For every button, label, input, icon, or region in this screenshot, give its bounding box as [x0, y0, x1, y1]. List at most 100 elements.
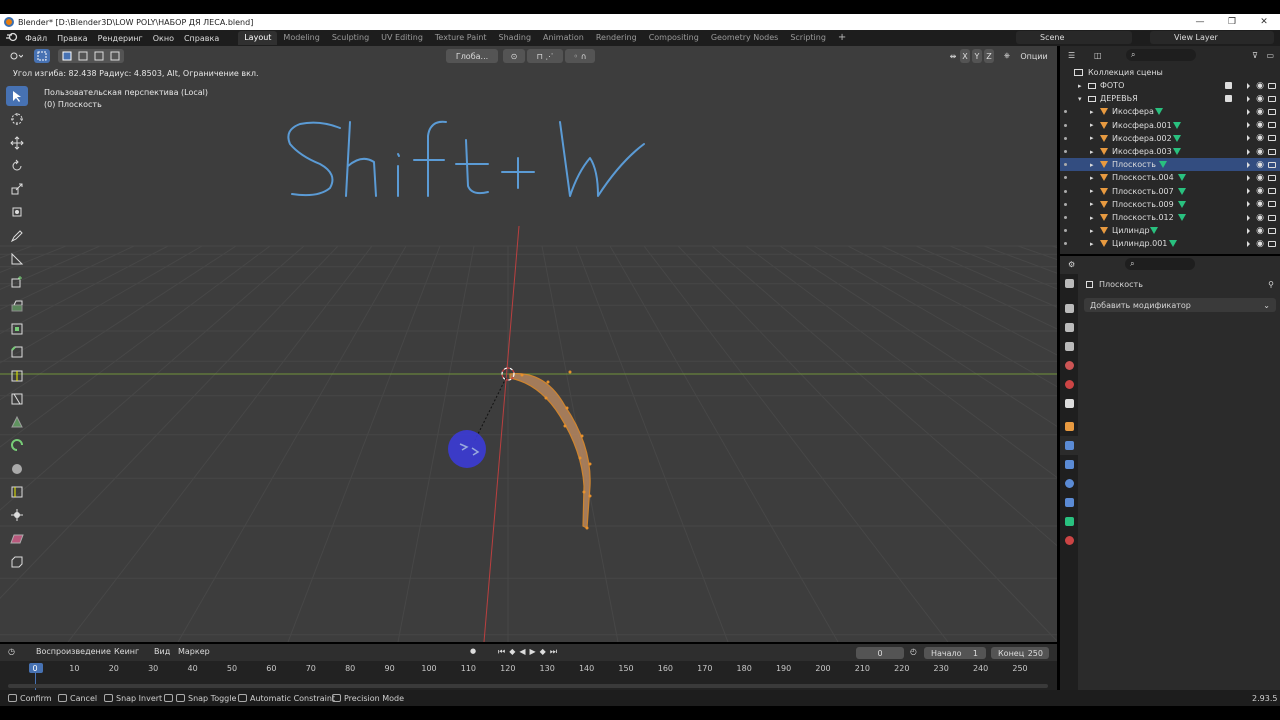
tab-constraints[interactable] [1060, 493, 1078, 512]
render-camera-icon[interactable] [1268, 82, 1276, 89]
selection-mode-group[interactable] [58, 49, 124, 63]
tab-scene[interactable] [1060, 356, 1078, 375]
outliner-item[interactable]: ▸ Цилиндр ◉ [1060, 224, 1280, 237]
timeline-ruler[interactable]: 0 10 20 30 40 50 60 70 80 90 100 110 120 130 140 150 160… [0, 661, 1057, 690]
expand-arrow-icon[interactable]: ▾ [1078, 95, 1082, 103]
eye-icon[interactable]: ◉ [1256, 239, 1264, 249]
tab-render[interactable] [1060, 299, 1078, 318]
playback-menu[interactable]: Воспроизведение [36, 647, 111, 656]
selectable-arrow-icon[interactable] [1247, 214, 1250, 221]
expand-arrow-icon[interactable]: ▸ [1078, 82, 1082, 90]
eye-icon[interactable]: ◉ [1256, 173, 1264, 183]
selectable-arrow-icon[interactable] [1247, 95, 1250, 102]
play-icon[interactable]: ▶ [530, 647, 536, 657]
eye-icon[interactable]: ◉ [1256, 199, 1264, 209]
tool-inset[interactable] [6, 319, 28, 339]
outliner-item[interactable]: ▾ ДЕРЕВЬЯ ◉ [1060, 92, 1280, 105]
tab-collection[interactable] [1060, 394, 1078, 413]
render-camera-icon[interactable] [1268, 240, 1276, 247]
transform-orientation-dropdown[interactable]: Глоба... [446, 49, 498, 63]
selectable-arrow-icon[interactable] [1247, 174, 1250, 181]
end-frame-field[interactable]: Конец 250 [991, 647, 1049, 659]
display-mode-icon[interactable]: ◫ [1094, 51, 1112, 60]
expand-arrow-icon[interactable]: ▸ [1090, 134, 1094, 142]
record-button[interactable]: ● [470, 647, 476, 655]
timeline-scrollbar[interactable] [8, 684, 1048, 688]
tool-shear[interactable] [6, 529, 28, 549]
eye-icon[interactable]: ◉ [1256, 186, 1264, 196]
tool-scale[interactable] [6, 179, 28, 199]
add-workspace-button[interactable]: + [832, 31, 852, 45]
render-camera-icon[interactable] [1268, 174, 1276, 181]
render-camera-icon[interactable] [1268, 122, 1276, 129]
tab-tool[interactable] [1060, 274, 1078, 293]
outliner-item[interactable]: ▸ Икосфера ◉ [1060, 105, 1280, 118]
tool-shrink-fatten[interactable] [6, 505, 28, 525]
properties-search-input[interactable]: ⌕ [1125, 258, 1196, 270]
tab-output[interactable] [1060, 318, 1078, 337]
render-camera-icon[interactable] [1268, 95, 1276, 102]
selectable-arrow-icon[interactable] [1247, 240, 1250, 247]
snap-dropdown[interactable]: ⊓ ⋰ [527, 49, 563, 63]
tab-scripting[interactable]: Scripting [784, 31, 832, 45]
tool-smooth[interactable] [6, 459, 28, 479]
tab-layout[interactable]: Layout [238, 31, 278, 45]
outliner-item[interactable]: ▸ Икосфера.003 ◉ [1060, 145, 1280, 158]
outliner-item[interactable]: ▸ Плоскость.004 ◉ [1060, 171, 1280, 184]
tool-loop-cut[interactable] [6, 366, 28, 386]
jump-end-icon[interactable]: ⏭ [550, 647, 557, 657]
axis-z-toggle[interactable]: Z [984, 49, 994, 63]
outliner-item[interactable]: ▸ Цилиндр.001 ◉ [1060, 237, 1280, 250]
outliner-item[interactable]: ▸ Икосфера.001 ◉ [1060, 119, 1280, 132]
tool-extrude[interactable] [6, 296, 28, 316]
selectable-arrow-icon[interactable] [1247, 122, 1250, 129]
marker-menu[interactable]: Маркер [178, 647, 210, 656]
expand-arrow-icon[interactable]: ▸ [1090, 187, 1094, 195]
selectable-arrow-icon[interactable] [1247, 135, 1250, 142]
next-keyframe-icon[interactable]: ◆ [540, 647, 546, 657]
eye-icon[interactable]: ◉ [1256, 160, 1264, 170]
options-dropdown[interactable]: Опции [1016, 49, 1052, 63]
jump-start-icon[interactable]: ⏮ [498, 647, 505, 657]
scene-selector[interactable]: Scene [1016, 31, 1132, 44]
tab-object[interactable] [1060, 417, 1078, 436]
render-camera-icon[interactable] [1268, 161, 1276, 168]
checkbox-icon[interactable] [1225, 95, 1232, 103]
mirror-icon[interactable]: ⇹ [946, 49, 960, 63]
selectable-arrow-icon[interactable] [1247, 148, 1250, 155]
tool-spin[interactable] [6, 435, 28, 455]
symmetry-icon[interactable]: ⎈ [1000, 49, 1014, 63]
expand-arrow-icon[interactable]: ▸ [1090, 108, 1094, 116]
eye-icon[interactable]: ◉ [1256, 147, 1264, 157]
outliner-editor-icon[interactable]: ☰ [1068, 51, 1086, 60]
selectable-arrow-icon[interactable] [1247, 82, 1250, 89]
render-camera-icon[interactable] [1268, 201, 1276, 208]
render-camera-icon[interactable] [1268, 135, 1276, 142]
tab-modifiers[interactable] [1060, 436, 1078, 455]
tool-rotate[interactable] [6, 156, 28, 176]
menu-help[interactable]: Справка [179, 34, 224, 43]
selectable-arrow-icon[interactable] [1247, 201, 1250, 208]
tab-material[interactable] [1060, 531, 1078, 550]
start-frame-field[interactable]: Начало 1 [924, 647, 986, 659]
render-camera-icon[interactable] [1268, 188, 1276, 195]
outliner-item[interactable]: ▸ Плоскость.012 ◉ [1060, 211, 1280, 224]
selectable-arrow-icon[interactable] [1247, 227, 1250, 234]
maximize-button[interactable]: ❐ [1216, 14, 1248, 30]
keying-menu[interactable]: Кеинг [114, 647, 139, 656]
tool-annotate[interactable] [6, 226, 28, 246]
editor-type-button[interactable] [6, 49, 26, 63]
selectable-arrow-icon[interactable] [1247, 188, 1250, 195]
3d-viewport[interactable]: Глоба... ⊙ ⊓ ⋰ ◦ ∩ ⇹ X Y Z ⎈ Опции Угол … [0, 46, 1057, 642]
tool-move[interactable] [6, 133, 28, 153]
eye-icon[interactable]: ◉ [1256, 133, 1264, 143]
expand-arrow-icon[interactable]: ▸ [1090, 214, 1094, 222]
render-camera-icon[interactable] [1268, 214, 1276, 221]
expand-arrow-icon[interactable]: ▸ [1090, 161, 1094, 169]
tab-world[interactable] [1060, 375, 1078, 394]
tool-knife[interactable] [6, 389, 28, 409]
selectable-arrow-icon[interactable] [1247, 108, 1250, 115]
tab-rendering[interactable]: Rendering [590, 31, 643, 45]
tab-texture-paint[interactable]: Texture Paint [429, 31, 493, 45]
pin-icon[interactable]: ⚲ [1268, 280, 1274, 289]
